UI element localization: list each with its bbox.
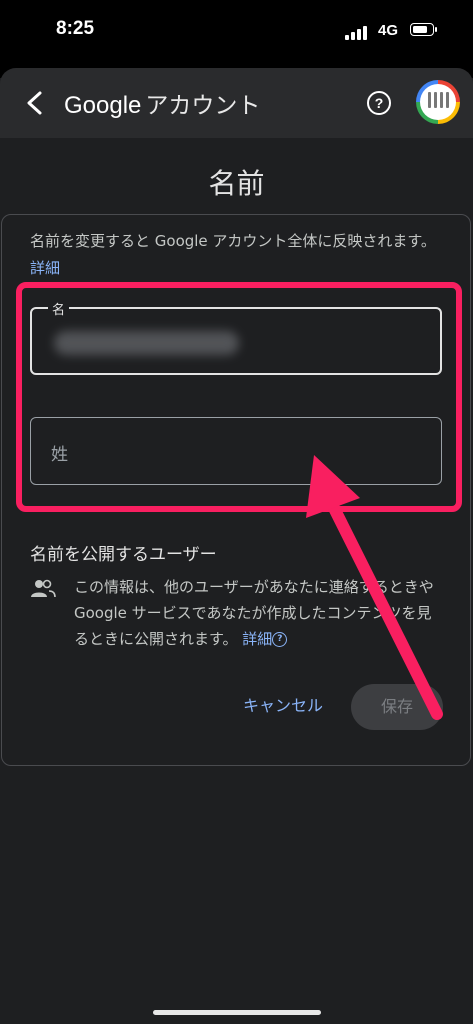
app-title: Google アカウント: [64, 86, 260, 120]
visibility-details-text: 詳細: [242, 630, 273, 648]
network-type: 4G: [378, 22, 399, 39]
brand-google: Google: [64, 92, 142, 119]
app-header: Google アカウント ?: [0, 68, 473, 138]
status-bar: 8:25 4G: [0, 0, 473, 60]
brand-suffix: アカウント: [145, 93, 261, 119]
question-icon: ?: [272, 632, 288, 647]
back-arrow-icon[interactable]: [22, 88, 48, 118]
visibility-info: この情報は、他のユーザーがあなたに連絡するときや Google サービスであなた…: [74, 574, 434, 652]
people-icon: [30, 578, 56, 600]
description: 名前を変更すると Google アカウント全体に反映されます。詳細: [30, 228, 450, 282]
highlight-box: [16, 282, 462, 512]
signal-icon: [345, 26, 371, 40]
visibility-title: 名前を公開するユーザー: [30, 545, 217, 565]
home-indicator[interactable]: [153, 1010, 321, 1015]
save-button[interactable]: 保存: [351, 684, 443, 730]
svg-text:?: ?: [375, 95, 384, 111]
page-title: 名前: [208, 167, 265, 200]
cancel-button[interactable]: キャンセル: [236, 684, 330, 728]
status-time: 8:25: [56, 18, 95, 39]
visibility-details-link[interactable]: 詳細?: [242, 630, 288, 648]
battery-icon: [410, 23, 437, 36]
avatar[interactable]: [416, 80, 460, 124]
help-circle-icon[interactable]: ?: [366, 90, 392, 116]
description-text: 名前を変更すると Google アカウント全体に反映されます。: [30, 232, 436, 250]
details-link[interactable]: 詳細: [30, 259, 60, 277]
